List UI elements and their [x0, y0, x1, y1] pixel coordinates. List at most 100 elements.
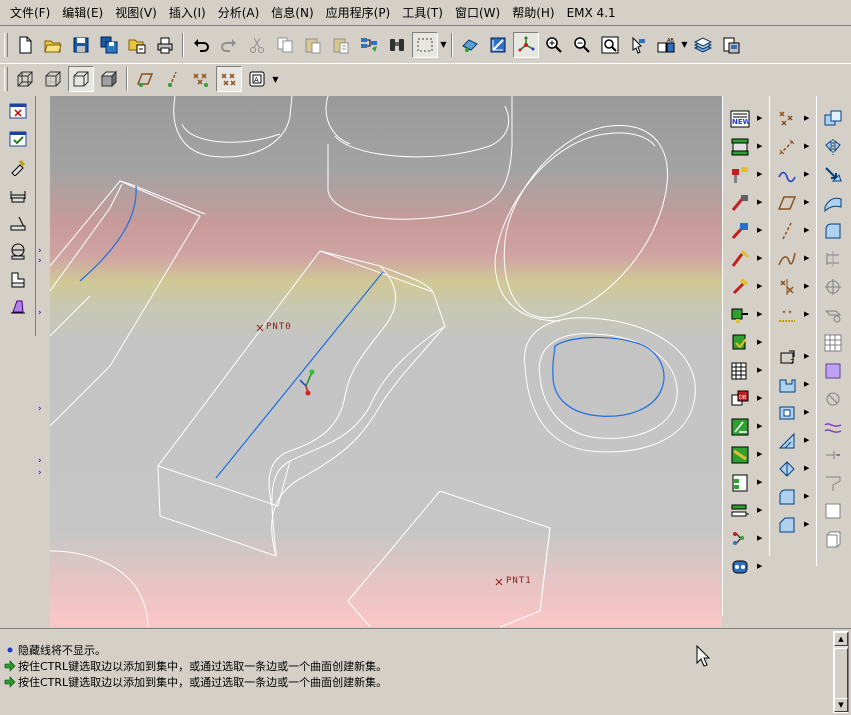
- save-icon[interactable]: [68, 32, 94, 58]
- named-view-dropdown[interactable]: ▼: [680, 32, 689, 58]
- datum-axes-icon[interactable]: [160, 66, 186, 92]
- dock-expand-icon[interactable]: ›: [38, 468, 42, 478]
- trim-icon[interactable]: [820, 246, 846, 272]
- boundary-icon[interactable]: [820, 218, 846, 244]
- pattern-icon[interactable]: [820, 330, 846, 356]
- flyout-arrow-icon[interactable]: ▶: [757, 226, 762, 234]
- lifter-icon[interactable]: [727, 414, 753, 440]
- flyout-arrow-icon[interactable]: ▶: [804, 520, 809, 528]
- merge-icon[interactable]: [820, 358, 846, 384]
- flyout-arrow-icon[interactable]: ▶: [757, 310, 762, 318]
- dock-expand-icon[interactable]: ›: [38, 256, 42, 266]
- trajectory-icon[interactable]: [727, 498, 753, 524]
- print-icon[interactable]: [152, 32, 178, 58]
- menu-tools[interactable]: 工具(T): [396, 2, 449, 24]
- flyout-arrow-icon[interactable]: ▶: [804, 254, 809, 262]
- plate-layout-icon[interactable]: [727, 358, 753, 384]
- flyout-arrow-icon[interactable]: ▶: [804, 170, 809, 178]
- cooling-icon[interactable]: [727, 330, 753, 356]
- find-icon[interactable]: [384, 32, 410, 58]
- hidden-line-icon[interactable]: [40, 66, 66, 92]
- base-plate-icon[interactable]: [727, 134, 753, 160]
- select-filter-dropdown[interactable]: ▼: [439, 32, 448, 58]
- flyout-arrow-icon[interactable]: ▶: [757, 366, 762, 374]
- draft-icon[interactable]: [774, 456, 800, 482]
- ejector-pin-icon[interactable]: [727, 190, 753, 216]
- slider-icon[interactable]: DB: [727, 386, 753, 412]
- rib-icon[interactable]: [774, 428, 800, 454]
- zoom-out-icon[interactable]: [569, 32, 595, 58]
- close-window-icon[interactable]: [5, 98, 31, 124]
- chamfer-icon[interactable]: [774, 512, 800, 538]
- diameter-icon[interactable]: [5, 238, 31, 264]
- angle-icon[interactable]: [5, 210, 31, 236]
- zoom-in-icon[interactable]: [541, 32, 567, 58]
- orient-icon[interactable]: [485, 32, 511, 58]
- project-icon[interactable]: [820, 470, 846, 496]
- datum-planes-icon[interactable]: [132, 66, 158, 92]
- flyout-arrow-icon[interactable]: ▶: [804, 464, 809, 472]
- flyout-arrow-icon[interactable]: ▶: [757, 338, 762, 346]
- named-view-icon[interactable]: AB: [653, 32, 679, 58]
- datum-points-icon[interactable]: [188, 66, 214, 92]
- drag-icon[interactable]: [5, 154, 31, 180]
- solidify-icon[interactable]: [820, 386, 846, 412]
- datum-point-tool-icon[interactable]: [774, 106, 800, 132]
- datum-point-label[interactable]: PNT0: [266, 322, 292, 332]
- mirror-icon[interactable]: [820, 134, 846, 160]
- flyout-arrow-icon[interactable]: ▶: [757, 450, 762, 458]
- component-icon[interactable]: [727, 274, 753, 300]
- flyout-arrow-icon[interactable]: ▶: [757, 198, 762, 206]
- bushing-icon[interactable]: [727, 302, 753, 328]
- annotation-dropdown[interactable]: ▼: [271, 66, 280, 92]
- point-display-icon[interactable]: [216, 66, 242, 92]
- flyout-arrow-icon[interactable]: ▶: [757, 562, 762, 570]
- spline-icon[interactable]: [774, 246, 800, 272]
- graphics-window[interactable]: PNT0 PNT1: [50, 96, 722, 627]
- flyout-arrow-icon[interactable]: ▶: [804, 380, 809, 388]
- cut-icon[interactable]: [244, 32, 270, 58]
- redo-icon[interactable]: [216, 32, 242, 58]
- area-icon[interactable]: [5, 266, 31, 292]
- flyout-arrow-icon[interactable]: ▶: [757, 478, 762, 486]
- menu-applications[interactable]: 应用程序(P): [320, 2, 397, 24]
- measure-icon[interactable]: [5, 182, 31, 208]
- menu-info[interactable]: 信息(N): [265, 2, 319, 24]
- regenerate-icon[interactable]: [356, 32, 382, 58]
- undo-icon[interactable]: [188, 32, 214, 58]
- flyout-arrow-icon[interactable]: ▶: [757, 254, 762, 262]
- guide-pin-icon[interactable]: [727, 162, 753, 188]
- flyout-arrow-icon[interactable]: ▶: [757, 506, 762, 514]
- flyout-arrow-icon[interactable]: ▶: [757, 142, 762, 150]
- paste-special-icon[interactable]: [328, 32, 354, 58]
- flyout-arrow-icon[interactable]: ▶: [804, 142, 809, 150]
- new-emx-icon[interactable]: NEW: [727, 106, 753, 132]
- menu-emx[interactable]: EMX 4.1: [561, 2, 622, 24]
- flyout-arrow-icon[interactable]: ▶: [757, 170, 762, 178]
- eject-icon[interactable]: [727, 526, 753, 552]
- model-tree-icon[interactable]: [718, 32, 744, 58]
- sketch-curve-icon[interactable]: [774, 162, 800, 188]
- open-folder-icon[interactable]: [40, 32, 66, 58]
- assembly-icon[interactable]: [727, 554, 753, 580]
- flyout-arrow-icon[interactable]: ▶: [804, 282, 809, 290]
- menu-file[interactable]: 文件(F): [4, 2, 56, 24]
- toolbar-grip[interactable]: [4, 67, 8, 91]
- toolbar-grip[interactable]: [4, 32, 8, 57]
- offset-icon[interactable]: [820, 274, 846, 300]
- flyout-arrow-icon[interactable]: ▶: [804, 436, 809, 444]
- shading-icon[interactable]: [96, 66, 122, 92]
- flyout-arrow-icon[interactable]: ▶: [804, 226, 809, 234]
- flyout-arrow-icon[interactable]: ▶: [804, 408, 809, 416]
- extrude-icon[interactable]: [774, 372, 800, 398]
- menu-view[interactable]: 视图(V): [109, 2, 163, 24]
- refit-icon[interactable]: [597, 32, 623, 58]
- dock-expand-icon[interactable]: ›: [38, 404, 42, 414]
- menu-window[interactable]: 窗口(W): [449, 2, 506, 24]
- repaint-icon[interactable]: [625, 32, 651, 58]
- no-hidden-icon[interactable]: [68, 66, 94, 92]
- save-copy-icon[interactable]: [96, 32, 122, 58]
- paste-icon[interactable]: [300, 32, 326, 58]
- flyout-arrow-icon[interactable]: ▶: [804, 492, 809, 500]
- flyout-arrow-icon[interactable]: ▶: [804, 114, 809, 122]
